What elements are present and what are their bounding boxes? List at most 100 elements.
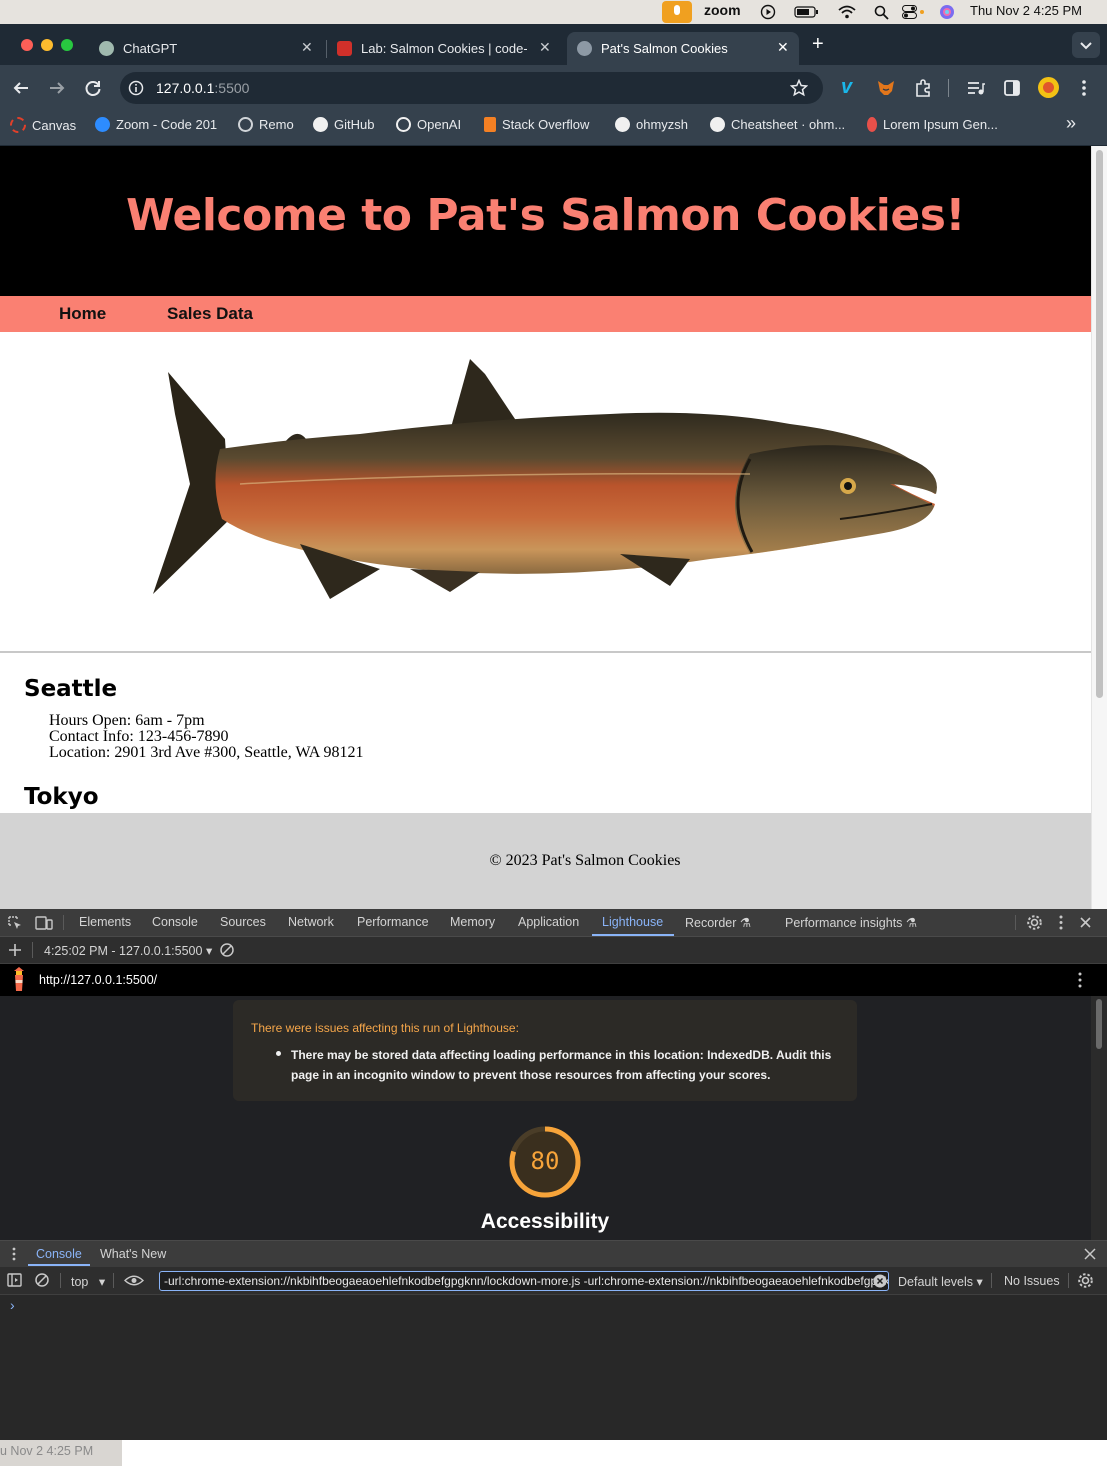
close-window-button[interactable]: [21, 39, 33, 51]
code-fellows-icon: [337, 41, 352, 56]
profile-avatar[interactable]: [1038, 77, 1059, 98]
back-arrow-icon[interactable]: [12, 79, 30, 97]
bookmark-remo[interactable]: Remo: [238, 117, 294, 132]
devtools-tab-performance[interactable]: Performance: [357, 915, 429, 929]
control-center-icon[interactable]: [902, 5, 924, 19]
tab-close-icon[interactable]: ✕: [301, 39, 313, 56]
active-tab-indicator: [592, 934, 674, 936]
extensions-puzzle-icon[interactable]: [913, 78, 933, 98]
bookmark-zoom-code-201[interactable]: Zoom - Code 201: [95, 117, 217, 132]
tab-close-icon[interactable]: ✕: [777, 39, 789, 56]
bullet: [276, 1051, 281, 1056]
devtools-tab-lighthouse[interactable]: Lighthouse: [602, 915, 663, 929]
new-tab-button[interactable]: +: [812, 33, 824, 56]
zoom-menubar-item[interactable]: zoom: [704, 2, 741, 18]
log-levels-select[interactable]: Default levels ▾: [898, 1274, 983, 1289]
dropdown-arrow-icon: ▾: [976, 1275, 983, 1289]
devtools-tab-sources[interactable]: Sources: [220, 915, 266, 929]
warning-item: There may be stored data affecting loadi…: [291, 1048, 832, 1082]
bookmarks-overflow-button[interactable]: »: [1066, 113, 1076, 134]
bookmark-github[interactable]: GitHub: [313, 117, 374, 132]
console-prompt[interactable]: ›: [10, 1297, 15, 1313]
devtools-tab-recorder[interactable]: Recorder ⚗: [685, 915, 751, 930]
bookmark-openai[interactable]: OpenAI: [396, 117, 461, 132]
media-queue-icon[interactable]: [966, 79, 986, 97]
minimize-window-button[interactable]: [41, 39, 53, 51]
sidebar-toggle-icon[interactable]: [7, 1273, 23, 1288]
eye-icon[interactable]: [124, 1274, 144, 1287]
zoom-icon: [95, 117, 110, 132]
plus-icon[interactable]: [8, 943, 22, 957]
metamask-extension-icon[interactable]: [876, 78, 896, 98]
battery-icon[interactable]: [794, 6, 820, 18]
site-info-icon[interactable]: [128, 80, 144, 96]
console-output[interactable]: [0, 1295, 1107, 1440]
page-viewport: Welcome to Pat's Salmon Cookies! Home Sa…: [0, 146, 1091, 909]
more-vertical-icon[interactable]: [1076, 78, 1092, 98]
site-header: Welcome to Pat's Salmon Cookies!: [0, 146, 1091, 296]
bookmark-cheatsheet[interactable]: Cheatsheet · ohm...: [710, 117, 845, 132]
tab-search-button[interactable]: [1072, 32, 1100, 58]
drawer-tab-console[interactable]: Console: [36, 1247, 82, 1261]
clear-icon[interactable]: [219, 942, 235, 958]
page-scrollbar-thumb[interactable]: [1096, 150, 1103, 698]
bookmark-stack-overflow[interactable]: Stack Overflow: [484, 117, 589, 132]
issues-counter[interactable]: No Issues: [1004, 1274, 1060, 1288]
tab-close-icon[interactable]: ✕: [539, 39, 551, 56]
tab-label: ChatGPT: [123, 41, 178, 56]
devtools-tab-application[interactable]: Application: [518, 915, 579, 929]
console-filter-input[interactable]: -url:chrome-extension://nkbihfbeogaeaoeh…: [159, 1271, 889, 1291]
context-select[interactable]: top ▾: [71, 1274, 105, 1289]
report-scrollbar-thumb[interactable]: [1096, 999, 1102, 1049]
more-vertical-icon[interactable]: [1055, 914, 1067, 931]
gear-icon[interactable]: [1026, 914, 1043, 931]
siri-icon[interactable]: [939, 4, 955, 20]
more-vertical-icon[interactable]: [1074, 971, 1086, 989]
microphone-icon[interactable]: [662, 1, 692, 23]
nav-sales-data-link[interactable]: Sales Data: [167, 304, 253, 324]
toolbar-divider: [1068, 1273, 1069, 1288]
dropdown-arrow-icon: ▾: [205, 944, 213, 958]
side-panel-icon[interactable]: [1003, 79, 1021, 97]
devtools-tab-memory[interactable]: Memory: [450, 915, 495, 929]
zoom-window-button[interactable]: [61, 39, 73, 51]
spotlight-search-icon[interactable]: [874, 5, 889, 20]
github-icon: [615, 117, 630, 132]
nav-home-link[interactable]: Home: [59, 304, 106, 324]
reload-icon[interactable]: [84, 79, 102, 97]
devtools-tab-network[interactable]: Network: [288, 915, 334, 929]
drawer-tab-whats-new[interactable]: What's New: [100, 1247, 166, 1261]
drawer-menu-icon[interactable]: [9, 1246, 19, 1262]
inspect-element-icon[interactable]: [7, 915, 23, 931]
play-circle-icon[interactable]: [760, 4, 776, 20]
clear-filter-icon[interactable]: [873, 1274, 887, 1288]
clear-console-icon[interactable]: [34, 1272, 50, 1288]
bookmark-star-icon[interactable]: [790, 79, 808, 97]
url-text[interactable]: 127.0.0.1:5500: [156, 80, 249, 96]
devtools-tab-label: Recorder: [685, 916, 737, 930]
report-select[interactable]: 4:25:02 PM - 127.0.0.1:5500 ▾: [44, 943, 212, 958]
globe-icon: [238, 117, 253, 132]
vimeo-extension-icon[interactable]: v: [841, 76, 852, 99]
close-icon[interactable]: [1079, 916, 1092, 929]
toolbar-divider: [991, 1273, 992, 1288]
tab-chatgpt[interactable]: ChatGPT ✕: [89, 32, 325, 65]
devtools-tab-performance-insights[interactable]: Performance insights ⚗: [785, 915, 917, 930]
seattle-address: Location: 2901 3rd Ave #300, Seattle, WA…: [49, 744, 364, 761]
globe-icon: [577, 41, 592, 56]
forward-arrow-icon[interactable]: [48, 79, 66, 97]
bookmark-label: Stack Overflow: [502, 117, 590, 132]
device-toolbar-icon[interactable]: [35, 915, 53, 931]
devtools-tab-console[interactable]: Console: [152, 915, 198, 929]
console-settings-gear-icon[interactable]: [1077, 1272, 1094, 1289]
menubar-clock[interactable]: Thu Nov 2 4:25 PM: [970, 3, 1082, 18]
bookmark-canvas[interactable]: Canvas: [10, 117, 76, 133]
wifi-icon[interactable]: [838, 4, 856, 20]
bookmark-lorem-ipsum[interactable]: Lorem Ipsum Gen...: [867, 117, 998, 132]
tab-salmon-cookies-lab[interactable]: Lab: Salmon Cookies | code- ✕: [327, 32, 565, 65]
tab-pats-salmon-cookies[interactable]: Pat's Salmon Cookies ✕: [567, 32, 799, 65]
devtools-tab-elements[interactable]: Elements: [79, 915, 131, 929]
bookmark-ohmyzsh[interactable]: ohmyzsh: [615, 117, 688, 132]
report-url: http://127.0.0.1:5500/: [39, 973, 158, 987]
close-icon[interactable]: [1084, 1248, 1096, 1260]
